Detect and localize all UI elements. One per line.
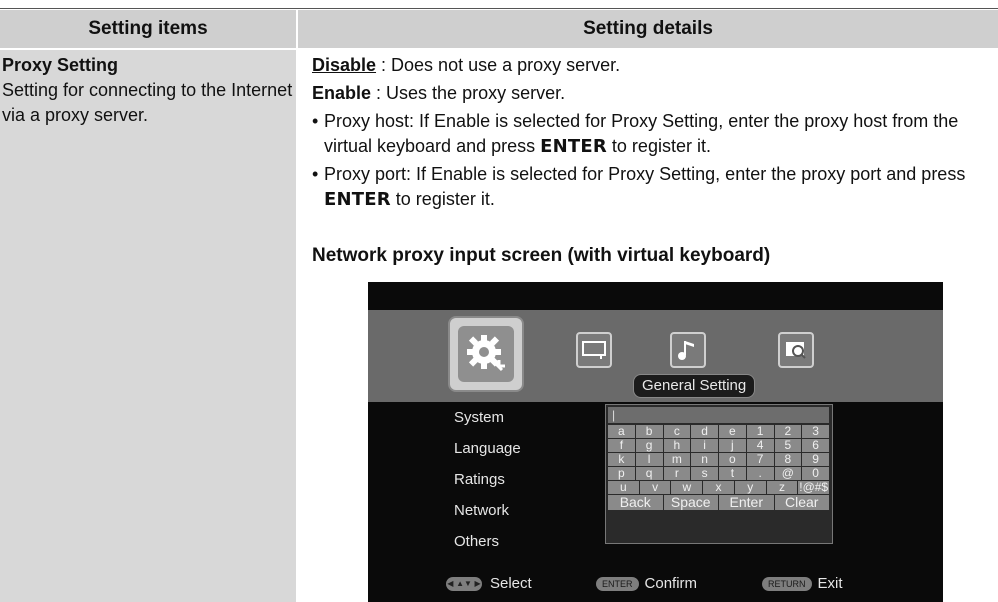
menu-item-language[interactable]: Language [454, 433, 574, 464]
option-enable: Enable : Uses the proxy server. [312, 81, 998, 106]
key-y[interactable]: y [734, 481, 766, 494]
key-b[interactable]: b [635, 425, 663, 438]
key-a[interactable]: a [608, 425, 635, 438]
key-enter[interactable]: Enter [719, 495, 774, 510]
key-4[interactable]: 4 [746, 439, 774, 452]
footer-exit: RETURN Exit [762, 575, 843, 593]
virtual-keyboard: | a b c d e 1 2 3 f g h i j 4 5 6 k l m n o 7 8 9 p q r s t. @0 u v w x y z… [605, 404, 833, 544]
key-c[interactable]: c [663, 425, 691, 438]
top-rule [0, 8, 998, 9]
enable-text: : Uses the proxy server. [371, 83, 566, 103]
key-j[interactable]: j [719, 439, 746, 452]
key-7[interactable]: 7 [746, 453, 774, 466]
header-setting-details: Setting details [298, 10, 998, 48]
key-n[interactable]: n [691, 453, 718, 466]
key-v[interactable]: v [639, 481, 671, 494]
key-0[interactable]: 0 [802, 467, 829, 480]
display-icon [582, 341, 606, 359]
key-k[interactable]: k [608, 453, 635, 466]
settings-menu: System Language Ratings Network Others [454, 402, 574, 557]
key-q[interactable]: q [635, 467, 663, 480]
setting-items-column: Proxy Setting Setting for connecting to … [0, 50, 296, 602]
key-m[interactable]: m [663, 453, 691, 466]
general-setting-icon [467, 335, 505, 372]
key-symbols[interactable]: !@#$ [798, 481, 830, 494]
keyboard-bottom-row: Back Space Enter Clear [608, 495, 830, 510]
key-at[interactable]: @ [774, 467, 802, 480]
key-h[interactable]: h [663, 439, 691, 452]
return-button-icon: RETURN [762, 577, 812, 591]
key-6[interactable]: 6 [802, 439, 829, 452]
key-z[interactable]: z [766, 481, 798, 494]
bullet-proxy-port: Proxy port: If Enable is selected for Pr… [312, 162, 998, 212]
footer-select: ◀ ▲▼ ▶ Select [446, 575, 532, 593]
enable-label: Enable [312, 83, 372, 103]
active-category-label: General Setting [633, 374, 756, 398]
key-clear[interactable]: Clear [774, 495, 829, 510]
menu-item-network[interactable]: Network [454, 495, 574, 526]
key-g[interactable]: g [635, 439, 663, 452]
key-f[interactable]: f [608, 439, 635, 452]
option-disable: Disable : Does not use a proxy server. [312, 53, 998, 78]
header-setting-items: Setting items [0, 10, 296, 48]
enter-keyword: ENTER [540, 136, 607, 157]
select-label: Select [490, 575, 532, 592]
key-5[interactable]: 5 [774, 439, 802, 452]
key-9[interactable]: 9 [802, 453, 829, 466]
key-t[interactable]: t [719, 467, 746, 480]
menu-item-system[interactable]: System [454, 402, 574, 433]
general-setting-tile[interactable] [448, 316, 524, 392]
setting-details-column: Disable : Does not use a proxy server. E… [312, 50, 998, 215]
footer-confirm: ENTER Confirm [596, 575, 697, 593]
keyboard-row: p q r s t. @0 [608, 467, 830, 480]
key-back[interactable]: Back [608, 495, 663, 510]
key-3[interactable]: 3 [802, 425, 829, 438]
proxy-bullets: Proxy host: If Enable is selected for Pr… [312, 109, 998, 212]
audio-tile[interactable] [670, 332, 706, 368]
key-2[interactable]: 2 [774, 425, 802, 438]
confirm-label: Confirm [644, 575, 698, 592]
key-x[interactable]: x [703, 481, 734, 494]
enter-keyword: ENTER [324, 189, 391, 210]
audio-icon [678, 341, 694, 360]
keyboard-keys: a b c d e 1 2 3 f g h i j 4 5 6 k l m n o 7 8 9 p q r s t. @0 u v w x y z !@… [608, 425, 830, 510]
key-w[interactable]: w [671, 481, 703, 494]
key-i[interactable]: i [691, 439, 718, 452]
key-d[interactable]: d [691, 425, 718, 438]
disable-label: Disable [312, 55, 377, 75]
key-p[interactable]: p [608, 467, 635, 480]
search-book-icon [786, 342, 806, 359]
key-space[interactable]: Space [663, 495, 718, 510]
arrow-keys-icon: ◀ ▲▼ ▶ [446, 577, 482, 591]
exit-label: Exit [817, 575, 843, 592]
keyboard-row: fghij456 [608, 439, 830, 452]
proxy-input-field[interactable]: | [608, 407, 829, 423]
keyboard-row: u v w x y z !@#$ [608, 481, 830, 494]
display-tile[interactable] [576, 332, 612, 368]
disable-text: : Does not use a proxy server. [376, 55, 621, 75]
key-r[interactable]: r [663, 467, 691, 480]
key-8[interactable]: 8 [774, 453, 802, 466]
enter-button-icon: ENTER [596, 577, 639, 591]
proxy-setting-description: Setting for connecting to the Internet v… [2, 80, 293, 125]
key-dot[interactable]: . [746, 467, 774, 480]
network-proxy-screen: General Setting System Language Ratings … [368, 282, 943, 602]
keyboard-row: abcde123 [608, 425, 830, 438]
key-e[interactable]: e [719, 425, 746, 438]
menu-item-others[interactable]: Others [454, 526, 574, 557]
proxy-setting-title: Proxy Setting [2, 55, 119, 75]
keyboard-row: klmno789 [608, 453, 830, 466]
key-1[interactable]: 1 [746, 425, 774, 438]
key-l[interactable]: l [635, 453, 663, 466]
search-tile[interactable] [778, 332, 814, 368]
screen-caption: Network proxy input screen (with virtual… [312, 245, 771, 266]
key-o[interactable]: o [719, 453, 746, 466]
menu-item-ratings[interactable]: Ratings [454, 464, 574, 495]
key-u[interactable]: u [608, 481, 639, 494]
key-s[interactable]: s [691, 467, 718, 480]
bullet-proxy-host: Proxy host: If Enable is selected for Pr… [312, 109, 998, 159]
